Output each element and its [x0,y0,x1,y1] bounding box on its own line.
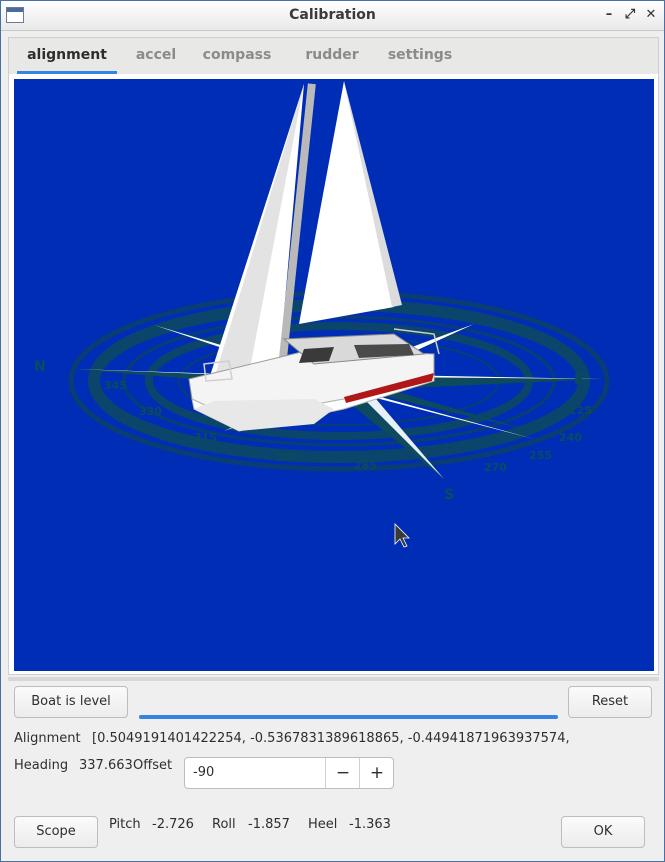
compass-number-315: 315 [194,431,217,444]
compass-number-255: 255 [529,449,552,462]
compass-number-240: 240 [559,431,582,444]
boat-3d-view[interactable]: 300 285 315 330 345 270 255 240 225 N E … [14,79,654,671]
maximize-icon[interactable]: ⤢ [622,7,638,23]
tab-bar: alignment accel compass rudder settings [9,38,658,74]
increment-button[interactable]: + [359,758,394,788]
mouse-cursor [394,523,410,548]
notebook-panel: alignment accel compass rudder settings [8,37,659,675]
offset-label: Offset [133,758,173,773]
tab-compass[interactable]: compass [199,38,275,74]
roll-value: -1.857 [248,817,290,832]
compass-number-330: 330 [139,405,162,418]
level-progress-fill [139,715,558,719]
reset-button[interactable]: Reset [568,686,652,718]
pitch-label: Pitch [109,817,141,832]
roll-label: Roll [212,817,236,832]
compass-letter-e: E [574,372,584,388]
calibration-window: Calibration – ⤢ ✕ alignment accel compas… [0,0,665,862]
compass-letter-s: S [444,487,454,503]
decrement-button[interactable]: − [325,758,360,788]
alignment-value: [0.5049191401422254, -0.5367831389618865… [92,731,570,746]
offset-value[interactable]: -90 [193,758,313,788]
compass-number-270: 270 [484,461,507,474]
boat-scene: 300 285 315 330 345 270 255 240 225 N E … [34,81,610,548]
title-bar[interactable]: Calibration – ⤢ ✕ [1,1,664,31]
tab-rudder[interactable]: rudder [299,38,365,74]
tab-accel[interactable]: accel [129,38,183,74]
window-title: Calibration [289,7,376,23]
pane-divider[interactable] [8,677,659,681]
minimize-icon[interactable]: – [601,7,617,23]
tab-alignment[interactable]: alignment [17,38,117,74]
boat-is-level-button[interactable]: Boat is level [14,686,128,718]
heading-label: Heading [14,758,69,773]
compass-number-345: 345 [104,379,127,392]
compass-letter-n: N [34,359,46,375]
scope-button[interactable]: Scope [14,816,98,848]
pitch-value: -2.726 [152,817,194,832]
alignment-label: Alignment [14,731,81,746]
heading-value: 337.663 [79,758,133,773]
heel-label: Heel [308,817,338,832]
ok-button[interactable]: OK [561,816,645,848]
compass-number-225: 225 [569,404,592,417]
close-icon[interactable]: ✕ [643,7,659,23]
level-progress-bar [139,715,558,719]
compass-number-285: 285 [354,459,377,472]
offset-spinbox[interactable]: -90 − + [184,757,394,789]
tab-settings[interactable]: settings [381,38,459,74]
compass-number-300: 300 [276,451,299,464]
heel-value: -1.363 [349,817,391,832]
